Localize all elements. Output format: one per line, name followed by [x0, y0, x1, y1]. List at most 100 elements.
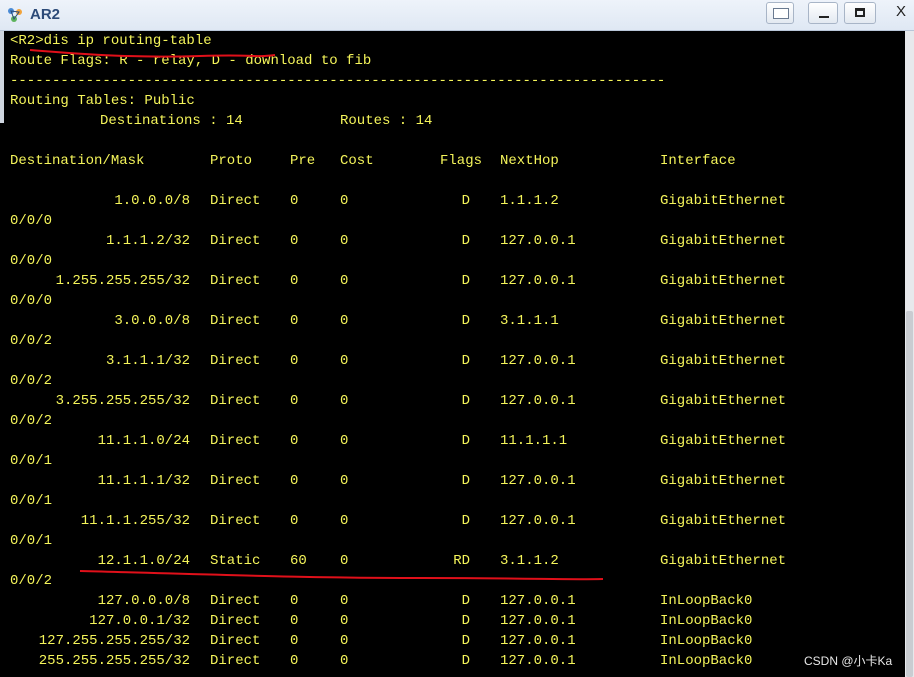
cell-interface-wrap: 0/0/2	[10, 373, 53, 389]
cell-cost: 0	[340, 233, 349, 249]
cell-destination: 11.1.1.255/32	[80, 513, 190, 529]
header-destination: Destination/Mask	[10, 153, 145, 169]
cell-interface: InLoopBack0	[660, 593, 753, 609]
cell-nexthop: 11.1.1.1	[500, 433, 568, 449]
vertical-scrollbar[interactable]	[905, 31, 914, 677]
cell-proto: Direct	[210, 433, 261, 449]
maximize-button[interactable]	[844, 2, 876, 24]
cell-interface: GigabitEthernet	[660, 433, 787, 449]
cell-nexthop: 127.0.0.1	[500, 653, 576, 669]
cell-destination: 1.0.0.0/8	[114, 193, 190, 209]
header-nexthop: NextHop	[500, 153, 559, 169]
cell-destination: 255.255.255.255/32	[38, 653, 190, 669]
cell-flags: D	[461, 653, 470, 669]
cell-proto: Direct	[210, 393, 261, 409]
cell-interface: GigabitEthernet	[660, 513, 787, 529]
cell-nexthop: 127.0.0.1	[500, 633, 576, 649]
cell-nexthop: 127.0.0.1	[500, 353, 576, 369]
cell-nexthop: 1.1.1.2	[500, 193, 559, 209]
cell-nexthop: 3.1.1.1	[500, 313, 559, 329]
window-layout-icon	[773, 8, 789, 19]
destinations-count: Destinations : 14	[100, 113, 243, 129]
cell-proto: Direct	[210, 513, 261, 529]
header-interface: Interface	[660, 153, 736, 169]
separator-line: ----------------------------------------…	[10, 73, 666, 89]
cell-flags: RD	[453, 553, 470, 569]
cell-interface-wrap: 0/0/2	[10, 573, 53, 589]
title-bar[interactable]: AR2 X	[0, 0, 914, 31]
cell-nexthop: 127.0.0.1	[500, 613, 576, 629]
cell-destination: 127.0.0.0/8	[97, 593, 190, 609]
cell-cost: 0	[340, 593, 349, 609]
cell-proto: Direct	[210, 613, 261, 629]
cell-flags: D	[461, 633, 470, 649]
cell-destination: 1.255.255.255/32	[55, 273, 190, 289]
cell-pre: 0	[290, 593, 299, 609]
close-button[interactable]: X	[884, 2, 914, 24]
cell-flags: D	[461, 313, 470, 329]
cell-pre: 60	[290, 553, 307, 569]
cell-destination: 3.0.0.0/8	[114, 313, 190, 329]
cell-cost: 0	[340, 433, 349, 449]
cell-flags: D	[461, 593, 470, 609]
minimize-icon	[819, 16, 829, 18]
cell-interface-wrap: 0/0/1	[10, 493, 53, 509]
csdn-watermark: CSDN @小卡Ka	[804, 654, 893, 668]
cell-pre: 0	[290, 653, 299, 669]
cell-cost: 0	[340, 353, 349, 369]
cell-interface-wrap: 0/0/0	[10, 293, 53, 309]
cell-flags: D	[461, 273, 470, 289]
cell-cost: 0	[340, 473, 349, 489]
cell-cost: 0	[340, 313, 349, 329]
network-device-icon	[8, 8, 22, 22]
cell-destination: 3.255.255.255/32	[55, 393, 190, 409]
cell-nexthop: 3.1.1.2	[500, 553, 559, 569]
cell-flags: D	[461, 613, 470, 629]
window-layout-button[interactable]	[766, 2, 794, 24]
cell-interface: GigabitEthernet	[660, 233, 787, 249]
cell-destination: 3.1.1.1/32	[105, 353, 190, 369]
routes-count: Routes : 14	[340, 113, 433, 129]
cell-flags: D	[461, 433, 470, 449]
cell-nexthop: 127.0.0.1	[500, 513, 576, 529]
cell-pre: 0	[290, 513, 299, 529]
cell-flags: D	[461, 393, 470, 409]
cell-cost: 0	[340, 653, 349, 669]
cell-proto: Direct	[210, 273, 261, 289]
cell-nexthop: 127.0.0.1	[500, 393, 576, 409]
cell-flags: D	[461, 473, 470, 489]
cell-flags: D	[461, 193, 470, 209]
cell-interface-wrap: 0/0/0	[10, 213, 53, 229]
cell-nexthop: 127.0.0.1	[500, 273, 576, 289]
cell-interface: GigabitEthernet	[660, 273, 787, 289]
cell-destination: 12.1.1.0/24	[97, 553, 190, 569]
cell-proto: Direct	[210, 313, 261, 329]
cell-destination: 1.1.1.2/32	[105, 233, 190, 249]
minimize-button[interactable]	[808, 2, 838, 24]
cell-cost: 0	[340, 393, 349, 409]
cell-cost: 0	[340, 513, 349, 529]
terminal-left-border	[0, 31, 4, 123]
cell-destination: 127.0.0.1/32	[89, 613, 190, 629]
cell-nexthop: 127.0.0.1	[500, 593, 576, 609]
cell-cost: 0	[340, 633, 349, 649]
routing-tables-title: Routing Tables: Public	[10, 93, 195, 109]
scrollbar-thumb[interactable]	[906, 311, 913, 677]
cell-pre: 0	[290, 353, 299, 369]
cell-interface: GigabitEthernet	[660, 193, 787, 209]
cell-pre: 0	[290, 273, 299, 289]
cell-interface-wrap: 0/0/1	[10, 453, 53, 469]
cell-interface: GigabitEthernet	[660, 313, 787, 329]
maximize-icon	[855, 8, 865, 17]
cell-pre: 0	[290, 473, 299, 489]
cell-flags: D	[461, 513, 470, 529]
cell-cost: 0	[340, 193, 349, 209]
cell-pre: 0	[290, 313, 299, 329]
header-flags: Flags	[440, 153, 483, 169]
cell-destination: 11.1.1.1/32	[97, 473, 190, 489]
cell-interface: GigabitEthernet	[660, 553, 787, 569]
cell-pre: 0	[290, 613, 299, 629]
header-proto: Proto	[210, 153, 253, 169]
cell-proto: Static	[210, 553, 261, 569]
cell-interface: InLoopBack0	[660, 633, 753, 649]
